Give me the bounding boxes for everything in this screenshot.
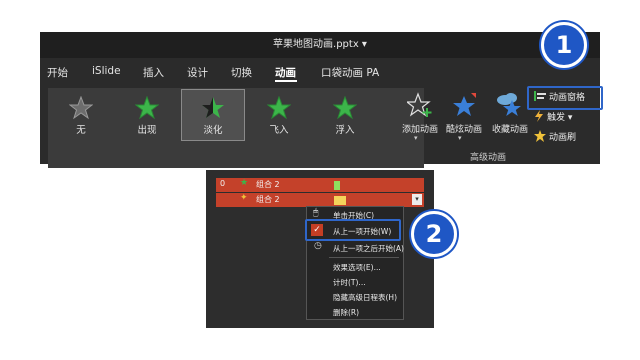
tab-animations[interactable]: 动画 xyxy=(275,65,296,80)
menu-item-hide-timeline[interactable]: 隐藏高级日程表(H) xyxy=(333,292,397,303)
timeline-bar xyxy=(334,181,340,190)
animation-row[interactable]: ✦ 组合 2 ▾ xyxy=(216,193,424,207)
animation-gallery: 无 出现 淡化 飞入 浮入 xyxy=(48,88,424,168)
animation-row[interactable]: 0 ★ 组合 2 xyxy=(216,178,424,192)
fancy-animation-button[interactable]: 酷炫动画 ▾ xyxy=(444,92,484,142)
lightning-icon xyxy=(534,110,544,125)
star-green-icon: ★ xyxy=(240,178,249,188)
favorite-animation-label: 收藏动画 xyxy=(491,125,528,135)
menu-item-delete[interactable]: 删除(R) xyxy=(333,307,359,318)
advanced-animation-group-label: 高级动画 xyxy=(470,153,507,163)
tab-home[interactable]: 开始 xyxy=(47,65,68,80)
animation-float-in-label: 浮入 xyxy=(335,125,355,136)
step-2-badge: 2 xyxy=(411,211,457,257)
menu-item-timing[interactable]: 计时(T)... xyxy=(333,277,366,288)
animation-none[interactable]: 无 xyxy=(50,90,112,140)
menu-item-effect-options[interactable]: 效果选项(E)... xyxy=(333,262,381,273)
animation-painter-button[interactable]: 动画刷 xyxy=(534,130,576,145)
active-tab-indicator xyxy=(275,80,297,82)
ribbon-tabs: 开始 iSlide 插入 设计 切换 动画 口袋动画 PA xyxy=(40,58,600,84)
trigger-label: 触发 ▾ xyxy=(547,113,573,123)
star-float-icon xyxy=(333,96,357,120)
star-small-icon: ✦ xyxy=(240,193,248,203)
animation-row-index: 0 xyxy=(220,179,226,188)
star-fade-icon xyxy=(202,97,224,118)
menu-item-after-previous[interactable]: 从上一项之后开始(A) xyxy=(333,243,404,254)
animation-row-name: 组合 2 xyxy=(256,180,280,189)
star-fly-icon xyxy=(267,96,291,120)
clock-icon: ◷ xyxy=(314,241,322,251)
star-green-icon xyxy=(135,96,159,120)
favorite-animation-button[interactable]: 收藏动画 xyxy=(490,92,530,142)
animation-painter-icon xyxy=(534,130,546,145)
animation-fly-in-label: 飞入 xyxy=(269,125,289,136)
tab-insert[interactable]: 插入 xyxy=(143,65,164,80)
with-previous-highlight xyxy=(305,219,401,241)
chevron-down-icon: ▾ xyxy=(414,134,418,142)
animation-none-label: 无 xyxy=(76,125,86,136)
chevron-down-icon: ▾ xyxy=(458,134,462,142)
powerpoint-ribbon: 苹果地图动画.pptx ▾ 开始 iSlide 插入 设计 切换 动画 口袋动画… xyxy=(40,32,600,168)
animation-appear-label: 出现 xyxy=(137,125,157,136)
menu-separator xyxy=(329,257,399,258)
animation-fade[interactable]: 淡化 xyxy=(181,89,245,141)
animation-pane-highlight xyxy=(527,86,603,110)
animation-fade-label: 淡化 xyxy=(203,125,223,136)
trigger-button[interactable]: 触发 ▾ xyxy=(534,110,572,125)
star-rocket-icon xyxy=(453,93,476,116)
animation-row-name: 组合 2 xyxy=(256,195,280,204)
step-1-badge: 1 xyxy=(541,22,587,68)
row-dropdown-button[interactable]: ▾ xyxy=(412,194,422,205)
tab-transitions[interactable]: 切换 xyxy=(231,65,252,80)
tab-design[interactable]: 设计 xyxy=(187,65,208,80)
timeline-bar xyxy=(334,196,346,205)
animation-fly-in[interactable]: 飞入 xyxy=(248,90,310,140)
mouse-icon: 🖱 xyxy=(313,208,319,218)
window-title: 苹果地图动画.pptx ▾ xyxy=(40,32,600,58)
animation-float-in[interactable]: 浮入 xyxy=(314,90,376,140)
add-star-icon xyxy=(405,92,432,117)
tab-islide[interactable]: iSlide xyxy=(92,65,121,77)
menu-item-label: 从上一项之后开始(A) xyxy=(333,244,404,253)
star-outline-icon xyxy=(69,96,93,120)
cloud-star-icon xyxy=(497,93,521,116)
animation-painter-label: 动画刷 xyxy=(549,133,577,143)
tab-pocket-animation[interactable]: 口袋动画 PA xyxy=(321,65,379,80)
animation-appear[interactable]: 出现 xyxy=(116,90,178,140)
